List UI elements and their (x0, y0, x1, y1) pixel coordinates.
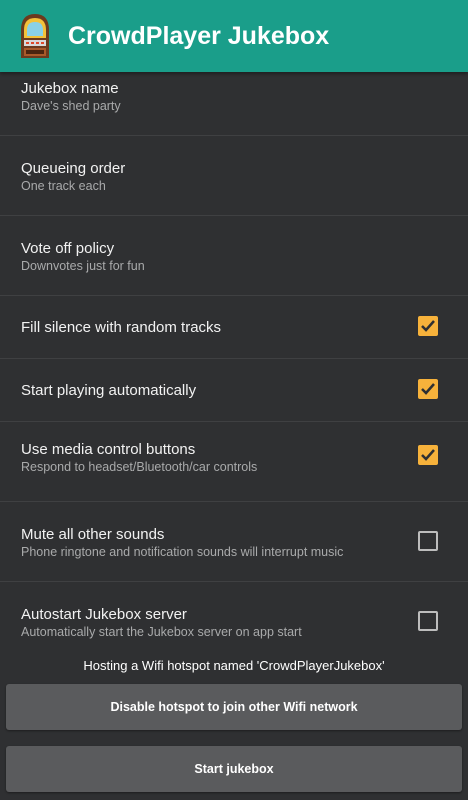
setting-summary: One track each (21, 179, 106, 193)
app-title: CrowdPlayer Jukebox (68, 21, 330, 50)
checkmark-icon (421, 449, 435, 461)
setting-title: Jukebox name (21, 80, 119, 97)
autostart-server-checkbox[interactable] (418, 611, 438, 631)
fill-silence-checkbox[interactable] (418, 316, 438, 336)
setting-title: Start playing automatically (21, 382, 197, 399)
setting-summary: Dave's shed party (21, 99, 121, 113)
hotspot-status: Hosting a Wifi hotspot named 'CrowdPlaye… (83, 658, 385, 673)
start-playing-checkbox[interactable] (418, 379, 438, 399)
settings-list: Jukebox name Dave's shed party Queueing … (0, 56, 468, 662)
setting-media-control[interactable]: Use media control buttons Respond to hea… (0, 422, 468, 502)
start-jukebox-button[interactable]: Start jukebox (6, 746, 462, 792)
disable-hotspot-button[interactable]: Disable hotspot to join other Wifi netwo… (6, 684, 462, 730)
setting-mute-others[interactable]: Mute all other sounds Phone ringtone and… (0, 502, 468, 582)
setting-title: Fill silence with random tracks (21, 319, 222, 336)
setting-summary: Phone ringtone and notification sounds w… (21, 545, 344, 559)
setting-vote-off-policy[interactable]: Vote off policy Downvotes just for fun (0, 216, 468, 296)
checkmark-icon (421, 320, 435, 332)
setting-title: Mute all other sounds (21, 526, 165, 543)
setting-autostart-server[interactable]: Autostart Jukebox server Automatically s… (0, 582, 468, 662)
checkmark-icon (421, 383, 435, 395)
setting-queueing-order[interactable]: Queueing order One track each (0, 136, 468, 216)
setting-title: Autostart Jukebox server (21, 606, 187, 623)
setting-title: Queueing order (21, 160, 126, 177)
setting-summary: Automatically start the Jukebox server o… (21, 625, 302, 639)
setting-fill-silence[interactable]: Fill silence with random tracks (0, 296, 468, 359)
setting-summary: Respond to headset/Bluetooth/car control… (21, 460, 258, 474)
setting-title: Vote off policy (21, 240, 115, 257)
app-bar: CrowdPlayer Jukebox (0, 0, 468, 72)
jukebox-icon (21, 14, 49, 58)
setting-title: Use media control buttons (21, 441, 196, 458)
setting-summary: Downvotes just for fun (21, 259, 145, 273)
mute-others-checkbox[interactable] (418, 531, 438, 551)
setting-start-playing[interactable]: Start playing automatically (0, 359, 468, 422)
media-control-checkbox[interactable] (418, 445, 438, 465)
